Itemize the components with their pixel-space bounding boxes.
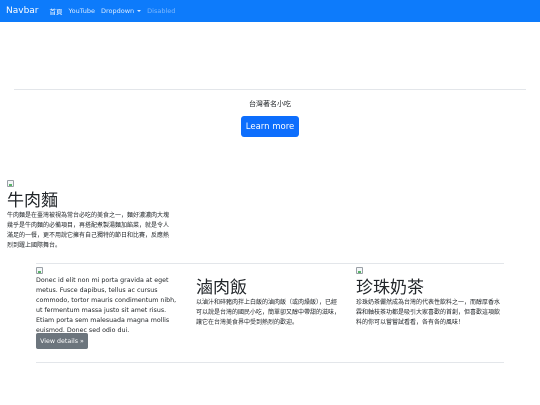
card-2-title: 滷肉飯 [196,278,247,298]
divider-middle [36,263,504,264]
card-3-text: 珍珠奶茶儼然成為台灣的代表性飲料之一，而醇厚香水霖和軸枝茶功都是吸引大家喜歡的首… [356,299,501,326]
learn-more-button[interactable]: Learn more [241,116,299,137]
card-1-image-icon [36,267,43,274]
navbar-brand[interactable]: Navbar [6,6,39,16]
nav-dropdown[interactable]: Dropdown [100,7,142,15]
view-details-button[interactable]: View details » [36,333,88,349]
divider-bottom [36,362,504,363]
card-3-title: 珍珠奶茶 [356,278,424,298]
card-2-text: 以滷汁和碎豬肉拌上白飯的滷肉飯（或肉燥飯），已經可以說是台灣的國民小吃，簡單卻又… [196,299,341,326]
nav-link-youtube[interactable]: YouTube [69,7,95,15]
beef-noodle-title: 牛肉麵 [7,191,58,211]
nav-link-home[interactable]: 首頁 [50,6,63,16]
hero-title: 台灣著名小吃 [249,100,291,108]
nav-link-disabled: Disabled [147,7,176,15]
chevron-down-icon [137,10,142,12]
nav-dropdown-label: Dropdown [100,7,135,15]
navbar: Navbar 首頁 YouTube Dropdown Disabled [0,0,540,22]
divider-top [14,89,526,90]
card-1-text: Donec id elit non mi porta gravida at eg… [36,277,177,334]
beef-noodle-text: 牛肉麵是在臺灣被視為常台必吃的美食之一，麵好濃濃肉大塊幾乎是牛肉麵的必備項目，再… [7,212,170,249]
